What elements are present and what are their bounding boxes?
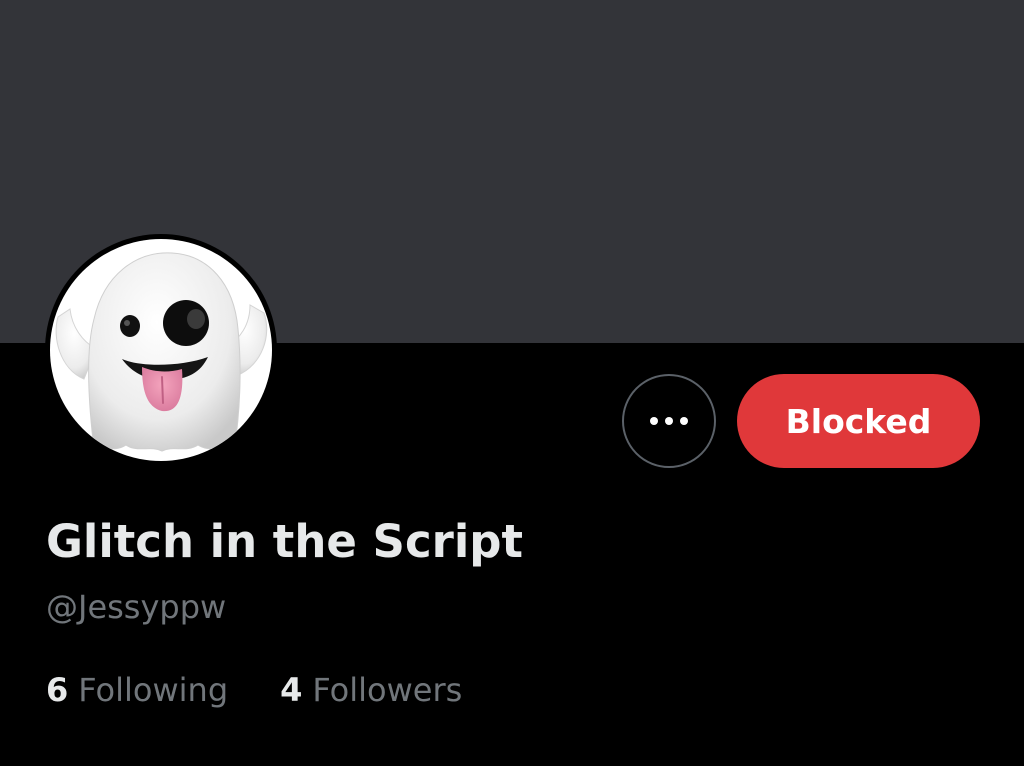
profile-stats: 6 Following 4 Followers	[46, 668, 462, 712]
followers-link[interactable]: 4 Followers	[280, 668, 462, 712]
followers-label: Followers	[312, 671, 463, 709]
more-options-button[interactable]	[622, 374, 716, 468]
ellipsis-icon	[650, 417, 688, 425]
followers-count: 4	[280, 671, 303, 709]
following-count: 6	[46, 671, 69, 709]
profile-handle: @Jessyppw	[46, 588, 227, 626]
ghost-emoji-icon	[55, 252, 268, 452]
profile-display-name: Glitch in the Script	[46, 515, 523, 568]
profile-avatar[interactable]	[45, 234, 277, 466]
following-link[interactable]: 6 Following	[46, 668, 228, 712]
following-label: Following	[78, 671, 229, 709]
blocked-button[interactable]: Blocked	[737, 374, 980, 468]
